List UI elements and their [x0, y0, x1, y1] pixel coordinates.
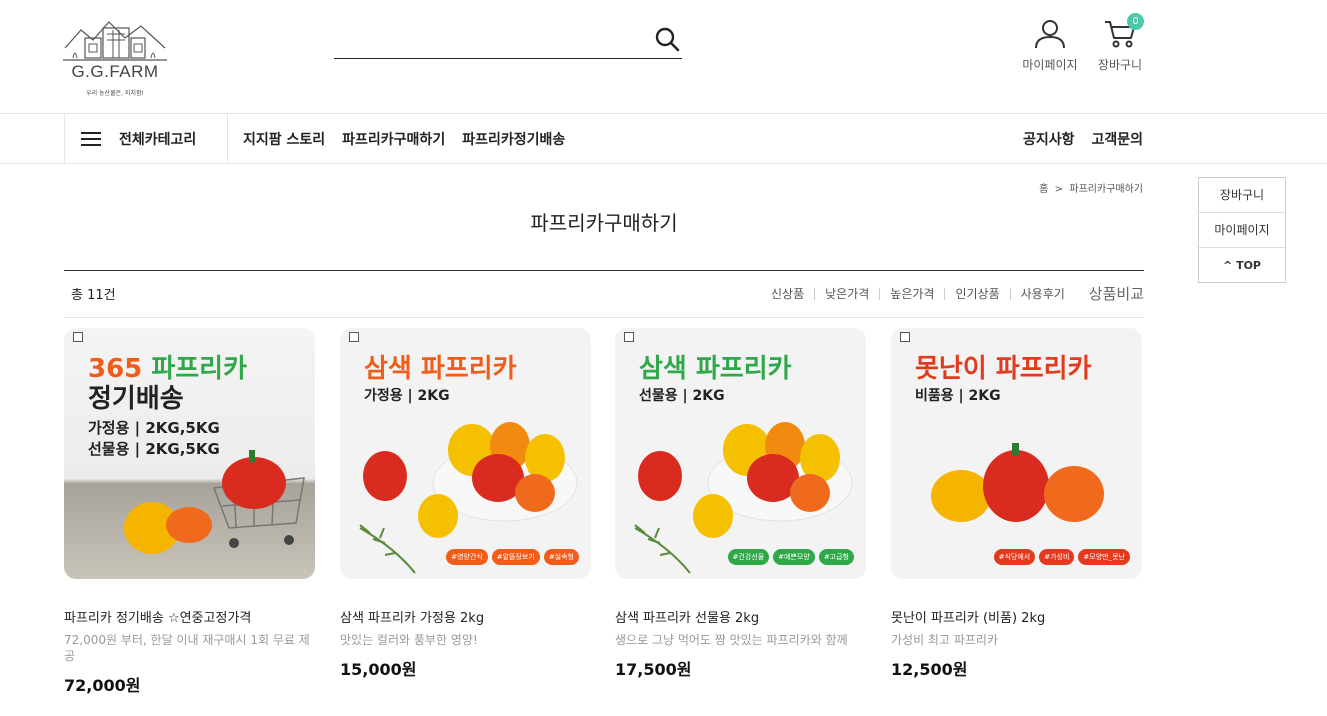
image-tag: #영양간식 — [446, 549, 488, 565]
product-card[interactable]: 삼색 파프리카 선물용 | 2KG #건강선물 #예쁜모양 #고급형 삼색 파프… — [615, 328, 866, 680]
compare-button[interactable]: 상품비교 — [1089, 283, 1144, 304]
all-category-label: 전체카테고리 — [119, 131, 197, 148]
total-count: 총 11건 — [71, 288, 116, 303]
product-image[interactable]: 삼색 파프리카 가정용 | 2KG #영양간식 #알뜰장보기 #실속형 — [340, 328, 591, 579]
nav-item-story[interactable]: 지지팜 스토리 — [243, 129, 325, 149]
image-tag: #식당에서 — [993, 549, 1036, 565]
product-compare-checkbox[interactable] — [624, 332, 634, 342]
search-icon — [655, 27, 680, 52]
quick-cart-button[interactable]: 장바구니 — [1199, 178, 1285, 213]
nav-item-subscription[interactable]: 파프리카정기배송 — [462, 129, 565, 149]
nav-item-notice[interactable]: 공지사항 — [1023, 129, 1075, 149]
logo-tagline: 우리 농산물은, 지지팜! — [86, 90, 144, 97]
image-tag: #건강선물 — [727, 549, 770, 565]
paprika-plate-illustration — [634, 422, 853, 574]
title-divider — [64, 270, 1144, 271]
site-logo[interactable]: G.G.FARM 우리 농산물은, 지지팜! — [63, 18, 167, 98]
product-desc: 생으로 그냥 먹어도 짱 맛있는 파프리카와 함께 — [615, 633, 848, 647]
product-compare-checkbox[interactable] — [900, 332, 910, 342]
nav-menu: 지지팜 스토리 파프리카구매하기 파프리카정기배송 — [243, 114, 565, 163]
sort-options: 신상품 낮은가격 높은가격 인기상품 사용후기 상품비교 — [761, 283, 1144, 304]
product-price: 17,500원 — [615, 660, 692, 679]
paprika-cart-illustration — [124, 450, 305, 554]
quick-menu: 장바구니 마이페이지 ^ TOP — [1198, 177, 1286, 283]
image-tags: #영양간식 #알뜰장보기 #실속형 — [446, 549, 579, 565]
hamburger-icon — [81, 131, 101, 146]
product-desc: 가성비 최고 파프리카 — [891, 633, 998, 647]
nav-menu-right: 공지사항 고객문의 — [1023, 114, 1143, 163]
quick-top-button[interactable]: ^ TOP — [1199, 248, 1285, 283]
quick-mypage-button[interactable]: 마이페이지 — [1199, 213, 1285, 248]
paprika-row-illustration — [931, 443, 1104, 522]
chevron-right-icon: > — [1051, 184, 1067, 195]
quick-top-label: TOP — [1236, 259, 1261, 272]
product-price: 15,000원 — [340, 660, 417, 679]
product-image[interactable]: 삼색 파프리카 선물용 | 2KG #건강선물 #예쁜모양 #고급형 — [615, 328, 866, 579]
all-category-button[interactable]: 전체카테고리 — [64, 114, 228, 163]
image-tag: #실속형 — [543, 549, 579, 565]
sort-reviews[interactable]: 사용후기 — [1011, 288, 1075, 300]
mypage-label: 마이페이지 — [1022, 58, 1078, 72]
sort-popular[interactable]: 인기상품 — [945, 287, 1011, 300]
image-tag: #알뜰장보기 — [491, 549, 540, 565]
cart-count-badge: 0 — [1127, 13, 1144, 30]
breadcrumb: 홈 > 파프리카구매하기 — [1039, 180, 1143, 195]
sort-new[interactable]: 신상품 — [761, 287, 816, 300]
list-divider — [64, 317, 1144, 318]
site-header: G.G.FARM 우리 농산물은, 지지팜! 마이페이지 0 장바구니 — [0, 0, 1327, 114]
nav-item-inquiry[interactable]: 고객문의 — [1091, 129, 1143, 149]
farm-building-icon — [63, 21, 167, 61]
page-title: 파프리카구매하기 — [530, 211, 678, 235]
product-image[interactable]: 365 파프리카 정기배송 가정용 | 2KG,5KG 선물용 | 2KG,5K… — [64, 328, 315, 579]
paprika-plate-illustration — [359, 422, 578, 574]
nav-item-buy-paprika[interactable]: 파프리카구매하기 — [342, 129, 445, 149]
product-image[interactable]: 못난이 파프리카 비품용 | 2KG #식당에서 #가성비 #모양만_못난 — [891, 328, 1142, 579]
product-name[interactable]: 파프리카 정기배송 ☆연중고정가격 — [64, 607, 315, 626]
product-name[interactable]: 삼색 파프리카 선물용 2kg — [615, 607, 866, 626]
product-desc: 72,000원 부터, 한달 이내 재구매시 1회 무료 제공 — [64, 633, 310, 663]
cart-label: 장바구니 — [1097, 58, 1143, 72]
product-price: 72,000원 — [64, 676, 141, 695]
mypage-link[interactable]: 마이페이지 — [1018, 18, 1082, 73]
search-bar — [334, 22, 682, 59]
search-input[interactable] — [334, 26, 644, 54]
image-tag: #가성비 — [1039, 549, 1075, 565]
user-icon — [1035, 20, 1065, 49]
product-compare-checkbox[interactable] — [349, 332, 359, 342]
logo-text: G.G.FARM — [71, 62, 159, 81]
product-card[interactable]: 못난이 파프리카 비품용 | 2KG #식당에서 #가성비 #모양만_못난 못난… — [891, 328, 1142, 680]
sort-high-price[interactable]: 높은가격 — [880, 287, 946, 300]
chevron-up-icon: ^ — [1223, 259, 1237, 272]
search-button[interactable] — [654, 26, 682, 54]
image-tag: #예쁜모양 — [773, 549, 815, 565]
main-nav: 전체카테고리 지지팜 스토리 파프리카구매하기 파프리카정기배송 공지사항 고객… — [0, 114, 1327, 164]
image-tag: #모양만_못난 — [1078, 549, 1130, 565]
product-card[interactable]: 삼색 파프리카 가정용 | 2KG #영양간식 #알뜰장보기 #실속형 삼색 파… — [340, 328, 591, 680]
product-card[interactable]: 365 파프리카 정기배송 가정용 | 2KG,5KG 선물용 | 2KG,5K… — [64, 328, 315, 696]
image-tags: #건강선물 #예쁜모양 #고급형 — [727, 549, 854, 565]
breadcrumb-home[interactable]: 홈 — [1039, 184, 1048, 195]
sort-low-price[interactable]: 낮은가격 — [815, 287, 881, 300]
product-name[interactable]: 삼색 파프리카 가정용 2kg — [340, 607, 591, 626]
product-name[interactable]: 못난이 파프리카 (비품) 2kg — [891, 607, 1142, 626]
image-tags: #식당에서 #가성비 #모양만_못난 — [993, 549, 1130, 565]
breadcrumb-current[interactable]: 파프리카구매하기 — [1069, 184, 1143, 195]
product-price: 12,500원 — [891, 660, 968, 679]
cart-link[interactable]: 0 장바구니 — [1094, 13, 1146, 73]
image-tag: #고급형 — [818, 549, 854, 565]
product-desc: 맛있는 컬러와 풍부한 영양! — [340, 633, 478, 647]
product-compare-checkbox[interactable] — [73, 332, 83, 342]
